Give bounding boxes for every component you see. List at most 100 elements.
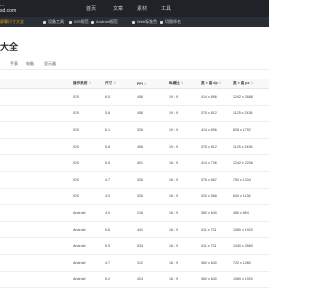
table-row[interactable]: iOS 5.5 401 16 : 9 414 x 736 1242 x 2208 bbox=[0, 154, 269, 172]
cell-ppi: 424 bbox=[137, 271, 169, 288]
android-icon bbox=[91, 20, 94, 24]
column-header-device[interactable] bbox=[0, 79, 73, 89]
cell-ratio: 16 : 9 bbox=[169, 271, 201, 288]
tab-computer[interactable]: 电脑 bbox=[26, 61, 34, 67]
tab-divider bbox=[0, 69, 269, 70]
cell-dp: 414 x 896 bbox=[201, 121, 233, 139]
cell-ratio: 16 : 9 bbox=[169, 204, 201, 222]
cell-os: iOS bbox=[73, 138, 105, 156]
sort-icon: ⇅ bbox=[250, 81, 254, 85]
header-label: 操作系统 bbox=[73, 81, 88, 85]
cell-ppi: 326 bbox=[137, 171, 169, 189]
cell-px: 1080 x 1920 bbox=[233, 221, 269, 239]
table-row[interactable]: iOS 6.5 458 19 : 9 414 x 896 1242 x 2688 bbox=[0, 88, 269, 106]
cell-device bbox=[0, 271, 73, 288]
cell-os: Android bbox=[73, 254, 105, 272]
cell-ratio: 16 : 9 bbox=[169, 254, 201, 272]
table-row[interactable]: Android 4.7 312 16 : 9 360 x 640 720 x 1… bbox=[0, 254, 269, 272]
cell-ppi: 534 bbox=[137, 237, 169, 255]
site-logo[interactable]: ... sd.com bbox=[0, 2, 16, 14]
cell-ratio: 19 : 9 bbox=[169, 138, 201, 156]
cell-os: iOS bbox=[73, 121, 105, 139]
scissors-icon bbox=[160, 20, 163, 24]
cell-px: 1440 x 2560 bbox=[233, 237, 269, 255]
cell-size: 5.5 bbox=[105, 154, 137, 172]
cell-ratio: 16 : 9 bbox=[169, 221, 201, 239]
cell-px: 1080 x 1920 bbox=[233, 271, 269, 288]
cell-os: iOS bbox=[73, 188, 105, 206]
cell-dp: 360 x 640 bbox=[201, 204, 233, 222]
table-row[interactable]: iOS 4.0 326 16 : 9 320 x 568 640 x 1136 bbox=[0, 188, 269, 206]
header-label: 宽 × 高 px bbox=[233, 81, 250, 85]
sort-icon: ⇅ bbox=[88, 81, 92, 85]
subnav-web-colors[interactable]: Web标准色 bbox=[132, 19, 157, 25]
cell-ratio: 19 : 9 bbox=[169, 105, 201, 123]
cell-px: 1125 x 2436 bbox=[233, 138, 269, 156]
page-title: 大全 bbox=[0, 42, 19, 52]
cell-px: 828 x 1792 bbox=[233, 121, 269, 139]
cell-device bbox=[0, 121, 73, 139]
nav-materials[interactable]: 素材 bbox=[137, 5, 147, 12]
table-row[interactable]: Android 4.0 218 16 : 9 360 x 640 480 x 8… bbox=[0, 204, 269, 222]
subnav-android-guide[interactable]: Android规范 bbox=[91, 19, 118, 25]
header-label: 纵横比 bbox=[169, 81, 180, 85]
subnav-label: Web标准色 bbox=[137, 19, 158, 24]
column-header-size[interactable]: 尺寸 ⇅ bbox=[105, 79, 137, 89]
cell-os: iOS bbox=[73, 171, 105, 189]
header-label: 宽 × 高 dp bbox=[201, 81, 218, 85]
cell-px: 480 x 854 bbox=[233, 204, 269, 222]
cell-dp: 320 x 568 bbox=[201, 188, 233, 206]
nav-home[interactable]: 首页 bbox=[86, 5, 96, 12]
cell-device bbox=[0, 221, 73, 239]
nav-tools[interactable]: 工具 bbox=[161, 5, 171, 12]
cell-os: Android bbox=[73, 271, 105, 288]
cell-px: 640 x 1136 bbox=[233, 188, 269, 206]
subnav-slice-naming[interactable]: 切图命名 bbox=[160, 19, 181, 25]
cell-px: 720 x 1280 bbox=[233, 254, 269, 272]
cell-dp: 375 x 812 bbox=[201, 105, 233, 123]
top-navigation-bar bbox=[0, 0, 269, 17]
cell-px: 1242 x 2208 bbox=[233, 154, 269, 172]
cell-px: 1125 x 2436 bbox=[233, 105, 269, 123]
table-row[interactable]: Android 5.5 534 16 : 9 411 x 731 1440 x … bbox=[0, 237, 269, 255]
table-row[interactable]: Android 5.6 441 16 : 9 411 x 731 1080 x … bbox=[0, 221, 269, 239]
sort-icon: ⇅ bbox=[180, 81, 184, 85]
table-row[interactable]: Android 5.2 424 16 : 9 360 x 640 1080 x … bbox=[0, 271, 269, 288]
cell-ratio: 16 : 9 bbox=[169, 237, 201, 255]
nav-articles[interactable]: 文章 bbox=[113, 5, 123, 12]
cell-size: 5.8 bbox=[105, 105, 137, 123]
cell-dp: 411 x 731 bbox=[201, 221, 233, 239]
subnav-screen-sizes[interactable]: 屏幕尺寸大全 bbox=[0, 19, 24, 25]
cell-size: 5.5 bbox=[105, 237, 137, 255]
column-header-os[interactable]: 操作系统 ⇅ bbox=[73, 79, 105, 89]
cell-os: iOS bbox=[73, 88, 105, 106]
column-header-ppi[interactable]: PPI ⇅ bbox=[137, 79, 169, 89]
subnav-ios-guide[interactable]: iOS规范 bbox=[69, 19, 89, 25]
cell-device bbox=[0, 171, 73, 189]
column-header-dp[interactable]: 宽 × 高 dp ⇅ bbox=[201, 79, 233, 89]
cell-os: Android bbox=[73, 221, 105, 239]
table-row[interactable]: iOS 4.7 326 16 : 9 375 x 667 750 x 1334 bbox=[0, 171, 269, 189]
column-header-ratio[interactable]: 纵横比 ⇅ bbox=[169, 79, 201, 89]
cell-device bbox=[0, 204, 73, 222]
screen-size-table: 操作系统 ⇅ 尺寸 ⇅ PPI ⇅ 纵横比 ⇅ 宽 × 高 dp ⇅ 宽 × 高… bbox=[0, 79, 269, 288]
cell-os: Android bbox=[73, 237, 105, 255]
subnav-label: 设备工具 bbox=[48, 19, 64, 24]
cell-ratio: 16 : 9 bbox=[169, 188, 201, 206]
cell-size: 4.7 bbox=[105, 171, 137, 189]
cell-device bbox=[0, 154, 73, 172]
cell-ppi: 326 bbox=[137, 121, 169, 139]
table-row[interactable]: iOS 5.8 458 19 : 9 375 x 812 1125 x 2436 bbox=[0, 138, 269, 156]
subnav-label: 切图命名 bbox=[165, 19, 181, 24]
tab-monitor[interactable]: 显示器 bbox=[44, 61, 56, 67]
table-row[interactable]: iOS 6.1 326 19 : 9 414 x 896 828 x 1792 bbox=[0, 121, 269, 139]
cell-dp: 360 x 640 bbox=[201, 254, 233, 272]
subnav-device-tools[interactable]: 设备工具 bbox=[43, 19, 64, 25]
cell-size: 6.5 bbox=[105, 88, 137, 106]
cell-px: 1242 x 2688 bbox=[233, 88, 269, 106]
tab-watch[interactable]: 手表 bbox=[10, 61, 18, 67]
table-row[interactable]: iOS 5.8 458 19 : 9 375 x 812 1125 x 2436 bbox=[0, 105, 269, 123]
subnav-label: Android规范 bbox=[96, 19, 118, 24]
column-header-px[interactable]: 宽 × 高 px ⇅ bbox=[233, 79, 269, 89]
cell-px: 750 x 1334 bbox=[233, 171, 269, 189]
